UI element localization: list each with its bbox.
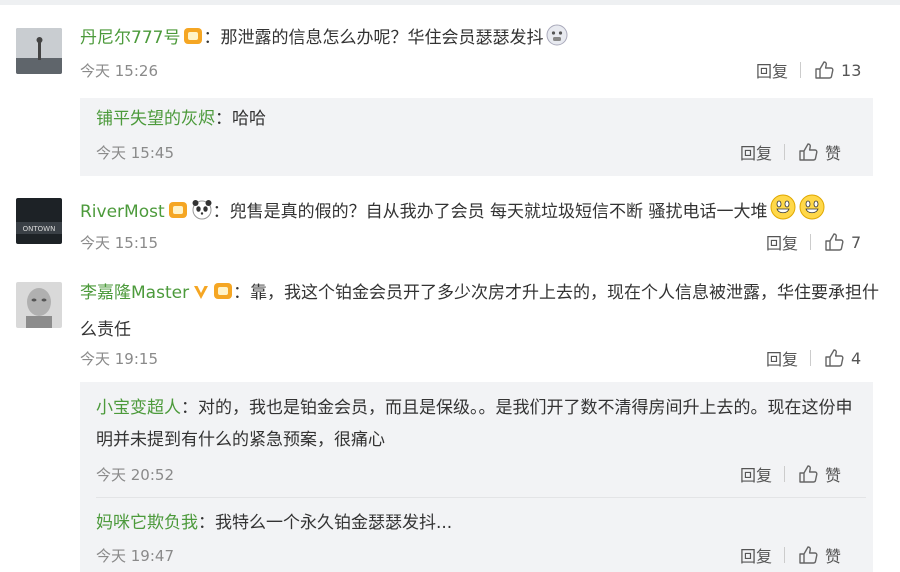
reply-time: 今天 19:47: [96, 547, 174, 565]
member-badge-icon: [168, 200, 188, 228]
top-divider: [0, 0, 900, 5]
comment-text: RiverMost ：兜售是真的假的？自从我办了会员 每天就垃圾短信不断 骚扰电话…: [80, 194, 825, 228]
reply-actions: 回复 赞: [740, 140, 841, 164]
like-icon[interactable]: [797, 141, 819, 163]
reply-button[interactable]: 回复: [766, 230, 798, 254]
comment-text: 丹尼尔777号 ：那泄露的信息怎么办呢？华住会员瑟瑟发抖: [80, 24, 568, 54]
avatar[interactable]: [16, 28, 62, 74]
reply-text: 小宝变超人：对的，我也是铂金会员，而且是保级。。是我们开了数不清得房间升上去的。…: [96, 392, 866, 456]
avatar-text: ONTOWN: [23, 225, 56, 233]
comment-time: 今天 19:15: [80, 350, 158, 368]
action-divider: [784, 466, 786, 482]
member-badge-icon: [183, 26, 203, 54]
reply-actions: 回复 赞: [740, 462, 841, 486]
reply-button[interactable]: 回复: [740, 462, 772, 486]
reply-time: 今天 20:52: [96, 466, 174, 484]
comment-text: 李嘉隆Master ：靠，我这个铂金会员开了多少次房才升上去的，现在个人信息被泄露…: [80, 276, 880, 347]
reply-text: 妈咪它欺负我：我特么一个永久铂金瑟瑟发抖...: [96, 510, 452, 536]
like-count: 13: [841, 60, 862, 80]
reply-body: ：对的，我也是铂金会员，而且是保级。。是我们开了数不清得房间升上去的。现在这份申…: [96, 398, 853, 450]
reply-author[interactable]: 妈咪它欺负我: [96, 513, 198, 533]
action-divider: [810, 350, 812, 366]
reply-time: 今天 15:45: [96, 144, 174, 162]
reply-text: 铺平失望的灰烬：哈哈: [96, 106, 266, 132]
comment-author[interactable]: 李嘉隆Master: [80, 283, 189, 303]
comment-actions: 回复 7: [766, 230, 861, 254]
v-badge-icon: [192, 279, 210, 313]
reply-button[interactable]: 回复: [756, 58, 788, 82]
comment-author[interactable]: 丹尼尔777号: [80, 28, 180, 48]
action-divider: [810, 234, 812, 250]
like-icon[interactable]: [823, 347, 845, 369]
reply-author[interactable]: 小宝变超人: [96, 398, 181, 418]
comment-time: 今天 15:15: [80, 234, 158, 252]
action-divider: [800, 62, 802, 78]
like-icon[interactable]: [813, 59, 835, 81]
member-badge-icon: [213, 279, 233, 313]
reply-button[interactable]: 回复: [740, 140, 772, 164]
like-icon[interactable]: [797, 544, 819, 566]
like-count: 7: [851, 232, 862, 252]
comment-body: ：那泄露的信息怎么办呢？华住会员瑟瑟发抖: [203, 28, 544, 48]
like-label[interactable]: 赞: [825, 140, 841, 164]
like-icon[interactable]: [823, 231, 845, 253]
avatar[interactable]: ONTOWN: [16, 198, 62, 244]
reply-divider: [96, 497, 866, 498]
action-divider: [784, 547, 786, 563]
comment-author[interactable]: RiverMost: [80, 202, 165, 222]
grin-emoji-icon: [770, 194, 796, 228]
reply-button[interactable]: 回复: [740, 543, 772, 567]
action-divider: [784, 144, 786, 160]
avatar[interactable]: [16, 282, 62, 328]
comment-time: 今天 15:26: [80, 62, 158, 80]
reply-body: ：哈哈: [215, 109, 266, 129]
reply-author[interactable]: 铺平失望的灰烬: [96, 109, 215, 129]
panda-emoji-icon: [191, 198, 213, 228]
comment-actions: 回复 13: [756, 58, 861, 82]
reply-actions: 回复 赞: [740, 543, 841, 567]
reply-body: ：我特么一个永久铂金瑟瑟发抖...: [198, 513, 453, 533]
grin-emoji-icon: [799, 194, 825, 228]
comment-actions: 回复 4: [766, 346, 861, 370]
like-label[interactable]: 赞: [825, 462, 841, 486]
like-count: 4: [851, 348, 862, 368]
scared-emoji-icon: [546, 24, 568, 54]
comment-body: ：兜售是真的假的？自从我办了会员 每天就垃圾短信不断 骚扰电话一大堆: [212, 202, 768, 222]
like-icon[interactable]: [797, 463, 819, 485]
like-label[interactable]: 赞: [825, 543, 841, 567]
reply-button[interactable]: 回复: [766, 346, 798, 370]
